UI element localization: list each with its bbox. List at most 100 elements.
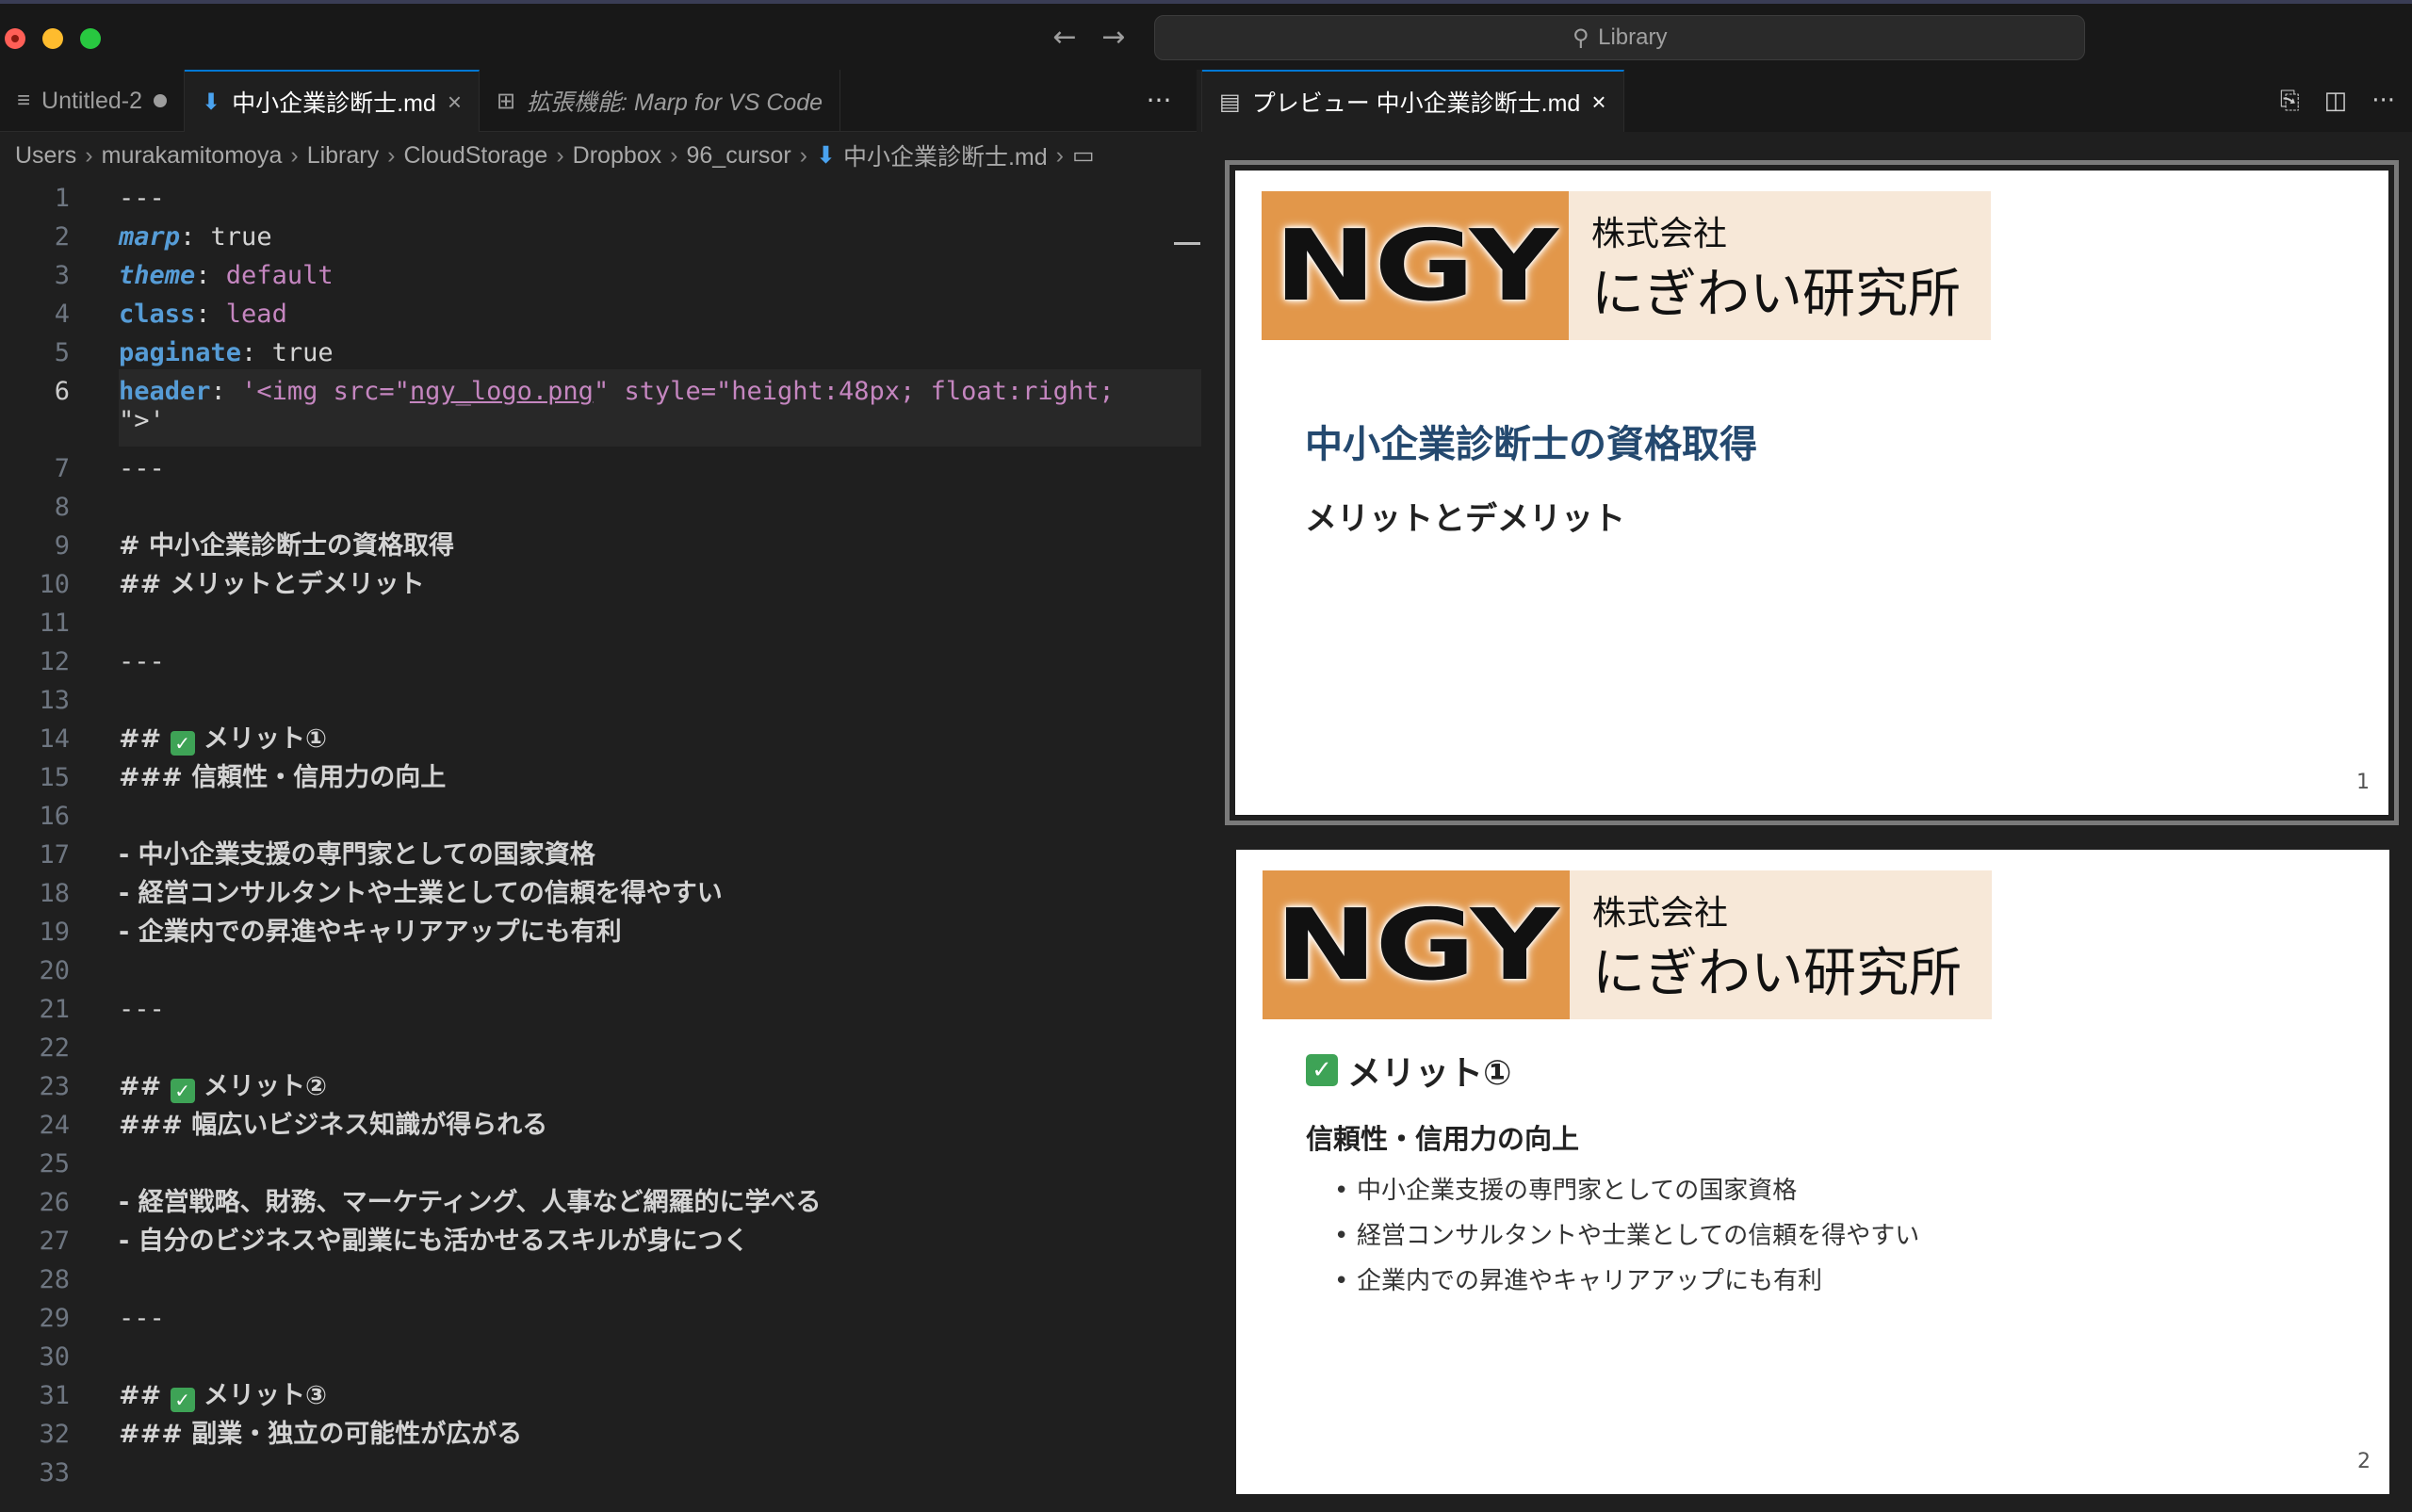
- code-line: 24 ### 幅広いビジネス知識が得られる: [0, 1106, 1201, 1145]
- heading-marker: ##: [119, 1072, 171, 1101]
- zoom-window-button[interactable]: [80, 28, 101, 49]
- breadcrumb-item[interactable]: 中小企業診断士.md: [843, 138, 1048, 172]
- back-arrow-icon[interactable]: ←: [1044, 17, 1085, 58]
- check-mark-icon: ✓: [1306, 1054, 1338, 1086]
- code-text: ">': [119, 406, 165, 435]
- heading-marker: ##: [119, 724, 171, 754]
- code-line: 32 ### 副業・独立の可能性が広がる: [0, 1415, 1201, 1454]
- breadcrumb-item[interactable]: murakamitomoya: [102, 142, 283, 170]
- code-line: 30: [0, 1338, 1201, 1376]
- preview-tab-bar: ▤ プレビュー 中小企業診断士.md × ⎘ ◫ ···: [1201, 70, 2412, 132]
- more-actions-icon[interactable]: ···: [2371, 87, 2395, 115]
- yaml-value: lead: [225, 300, 287, 329]
- slide-selection-frame: NGY 株式会社 にぎわい研究所 中小企業診断士の資格取得 メリットとデメリット…: [1225, 160, 2399, 825]
- line-number: 1: [54, 184, 70, 213]
- breadcrumb-item[interactable]: Dropbox: [573, 142, 662, 170]
- tab-label: 中小企業診断士.md: [232, 90, 436, 117]
- forward-arrow-icon[interactable]: →: [1093, 17, 1134, 58]
- line-number: 26: [39, 1188, 70, 1217]
- chevron-right-icon: ›: [799, 141, 807, 169]
- yaml-key: marp: [119, 222, 181, 252]
- markdown-icon: ⬇: [202, 89, 221, 115]
- close-window-button[interactable]: [5, 28, 25, 49]
- line-number: 11: [39, 609, 70, 638]
- title-bar: ← → ⚲ Library: [0, 0, 2412, 70]
- code-text: ---: [119, 184, 165, 213]
- list-item: 経営コンサルタントや士業としての信頼を得やすい: [1334, 1213, 1919, 1259]
- code-text: ---: [119, 454, 165, 483]
- code-line: 23 ## ✓ メリット②: [0, 1067, 1201, 1106]
- code-line: 5 paginate: true: [0, 333, 1201, 372]
- list-item: 中小企業支援の専門家としての国家資格: [1334, 1168, 1919, 1213]
- line-number: 33: [39, 1458, 70, 1488]
- line-number: 22: [39, 1033, 70, 1063]
- logo-mark: NGY: [1263, 870, 1570, 1019]
- chevron-right-icon: ›: [670, 141, 678, 169]
- code-line: 20: [0, 951, 1201, 990]
- chevron-right-icon: ›: [1055, 141, 1064, 169]
- preview-icon: ▤: [1219, 89, 1241, 115]
- line-number: 3: [54, 261, 70, 290]
- tab-untitled-2[interactable]: ≡ Untitled-2: [0, 70, 186, 132]
- code-text: - 中小企業支援の専門家としての国家資格: [119, 840, 595, 870]
- code-line: 27 - 自分のビジネスや副業にも活かせるスキルが身につく: [0, 1222, 1201, 1260]
- line-number: 7: [54, 454, 70, 483]
- open-source-icon[interactable]: ⎘: [2280, 87, 2300, 116]
- line-number: 16: [39, 802, 70, 831]
- split-editor-icon[interactable]: ◫: [2324, 87, 2348, 115]
- code-text: ---: [119, 995, 165, 1024]
- slide-title: 中小企業診断士の資格取得: [1305, 423, 1757, 466]
- breadcrumb-item[interactable]: 96_cursor: [686, 142, 790, 170]
- company-type: 株式会社: [1592, 894, 1729, 933]
- bullet-list: 中小企業支援の専門家としての国家資格 経営コンサルタントや士業としての信頼を得や…: [1334, 1168, 1919, 1304]
- chevron-right-icon: ›: [85, 141, 93, 169]
- code-text: ## ✓ メリット③: [119, 1376, 327, 1415]
- code-line: 28: [0, 1260, 1201, 1299]
- code-editor[interactable]: 1 --- 2 marp: true 3 theme: default 4 class:…: [0, 179, 1201, 1512]
- command-center-search[interactable]: ⚲ Library: [1154, 15, 2085, 60]
- line-number: 25: [39, 1149, 70, 1179]
- code-text: ## ✓ メリット②: [119, 1067, 327, 1106]
- code-line: 7 ---: [0, 449, 1201, 488]
- minimize-window-button[interactable]: [42, 28, 63, 49]
- code-text: # 中小企業診断士の資格取得: [119, 531, 455, 561]
- code-line: 18 - 経営コンサルタントや士業としての信頼を得やすい: [0, 874, 1201, 913]
- text-file-icon: ≡: [17, 88, 31, 113]
- code-line: 3 theme: default: [0, 256, 1201, 295]
- company-logo: NGY 株式会社 にぎわい研究所: [1262, 191, 1991, 340]
- code-line: 26 - 経営戦略、財務、マーケティング、人事など網羅的に学べる: [0, 1183, 1201, 1222]
- code-text: ### 幅広いビジネス知識が得られる: [119, 1111, 548, 1140]
- tab-extension-marp[interactable]: ⊞ 拡張機能: Marp for VS Code: [480, 70, 841, 132]
- line-number: 27: [39, 1227, 70, 1256]
- unsaved-dot-icon[interactable]: [154, 94, 168, 107]
- slide-1[interactable]: NGY 株式会社 にぎわい研究所 中小企業診断士の資格取得 メリットとデメリット…: [1235, 171, 2388, 815]
- marp-preview[interactable]: NGY 株式会社 にぎわい研究所 中小企業診断士の資格取得 メリットとデメリット…: [1201, 132, 2412, 1512]
- tab-markdown-file[interactable]: ⬇ 中小企業診断士.md ×: [185, 70, 480, 132]
- slide-2[interactable]: NGY 株式会社 にぎわい研究所 ✓ メリット① 信頼性・信用力の向上 中小企業…: [1236, 850, 2389, 1494]
- code-text: ### 副業・独立の可能性が広がる: [119, 1420, 523, 1449]
- close-icon[interactable]: ×: [1591, 88, 1605, 117]
- code-line: 29 ---: [0, 1299, 1201, 1338]
- more-actions-icon[interactable]: ···: [1140, 70, 1178, 132]
- yaml-key: class: [119, 300, 196, 329]
- line-number: 32: [39, 1420, 70, 1449]
- breadcrumb-item[interactable]: Library: [307, 142, 379, 170]
- close-icon[interactable]: ×: [448, 88, 462, 117]
- tab-preview[interactable]: ▤ プレビュー 中小企業診断士.md ×: [1202, 70, 1624, 132]
- page-number: 2: [2357, 1450, 2371, 1473]
- line-number: 30: [39, 1342, 70, 1372]
- breadcrumb-item[interactable]: Users: [15, 142, 76, 170]
- yaml-value: default: [225, 261, 334, 290]
- logo-mark: NGY: [1262, 191, 1569, 340]
- heading-text: メリット③: [194, 1381, 327, 1410]
- line-number: 8: [54, 493, 70, 522]
- symbol-icon[interactable]: ▭: [1072, 141, 1095, 170]
- code-line: 11: [0, 604, 1201, 642]
- code-text: - 経営戦略、財務、マーケティング、人事など網羅的に学べる: [119, 1188, 822, 1217]
- line-number: 18: [39, 879, 70, 908]
- line-number: 5: [54, 338, 70, 367]
- breadcrumb-item[interactable]: CloudStorage: [403, 142, 547, 170]
- check-mark-icon: ✓: [170, 1388, 195, 1412]
- check-mark-icon: ✓: [170, 1079, 195, 1103]
- line-number: 24: [39, 1111, 70, 1140]
